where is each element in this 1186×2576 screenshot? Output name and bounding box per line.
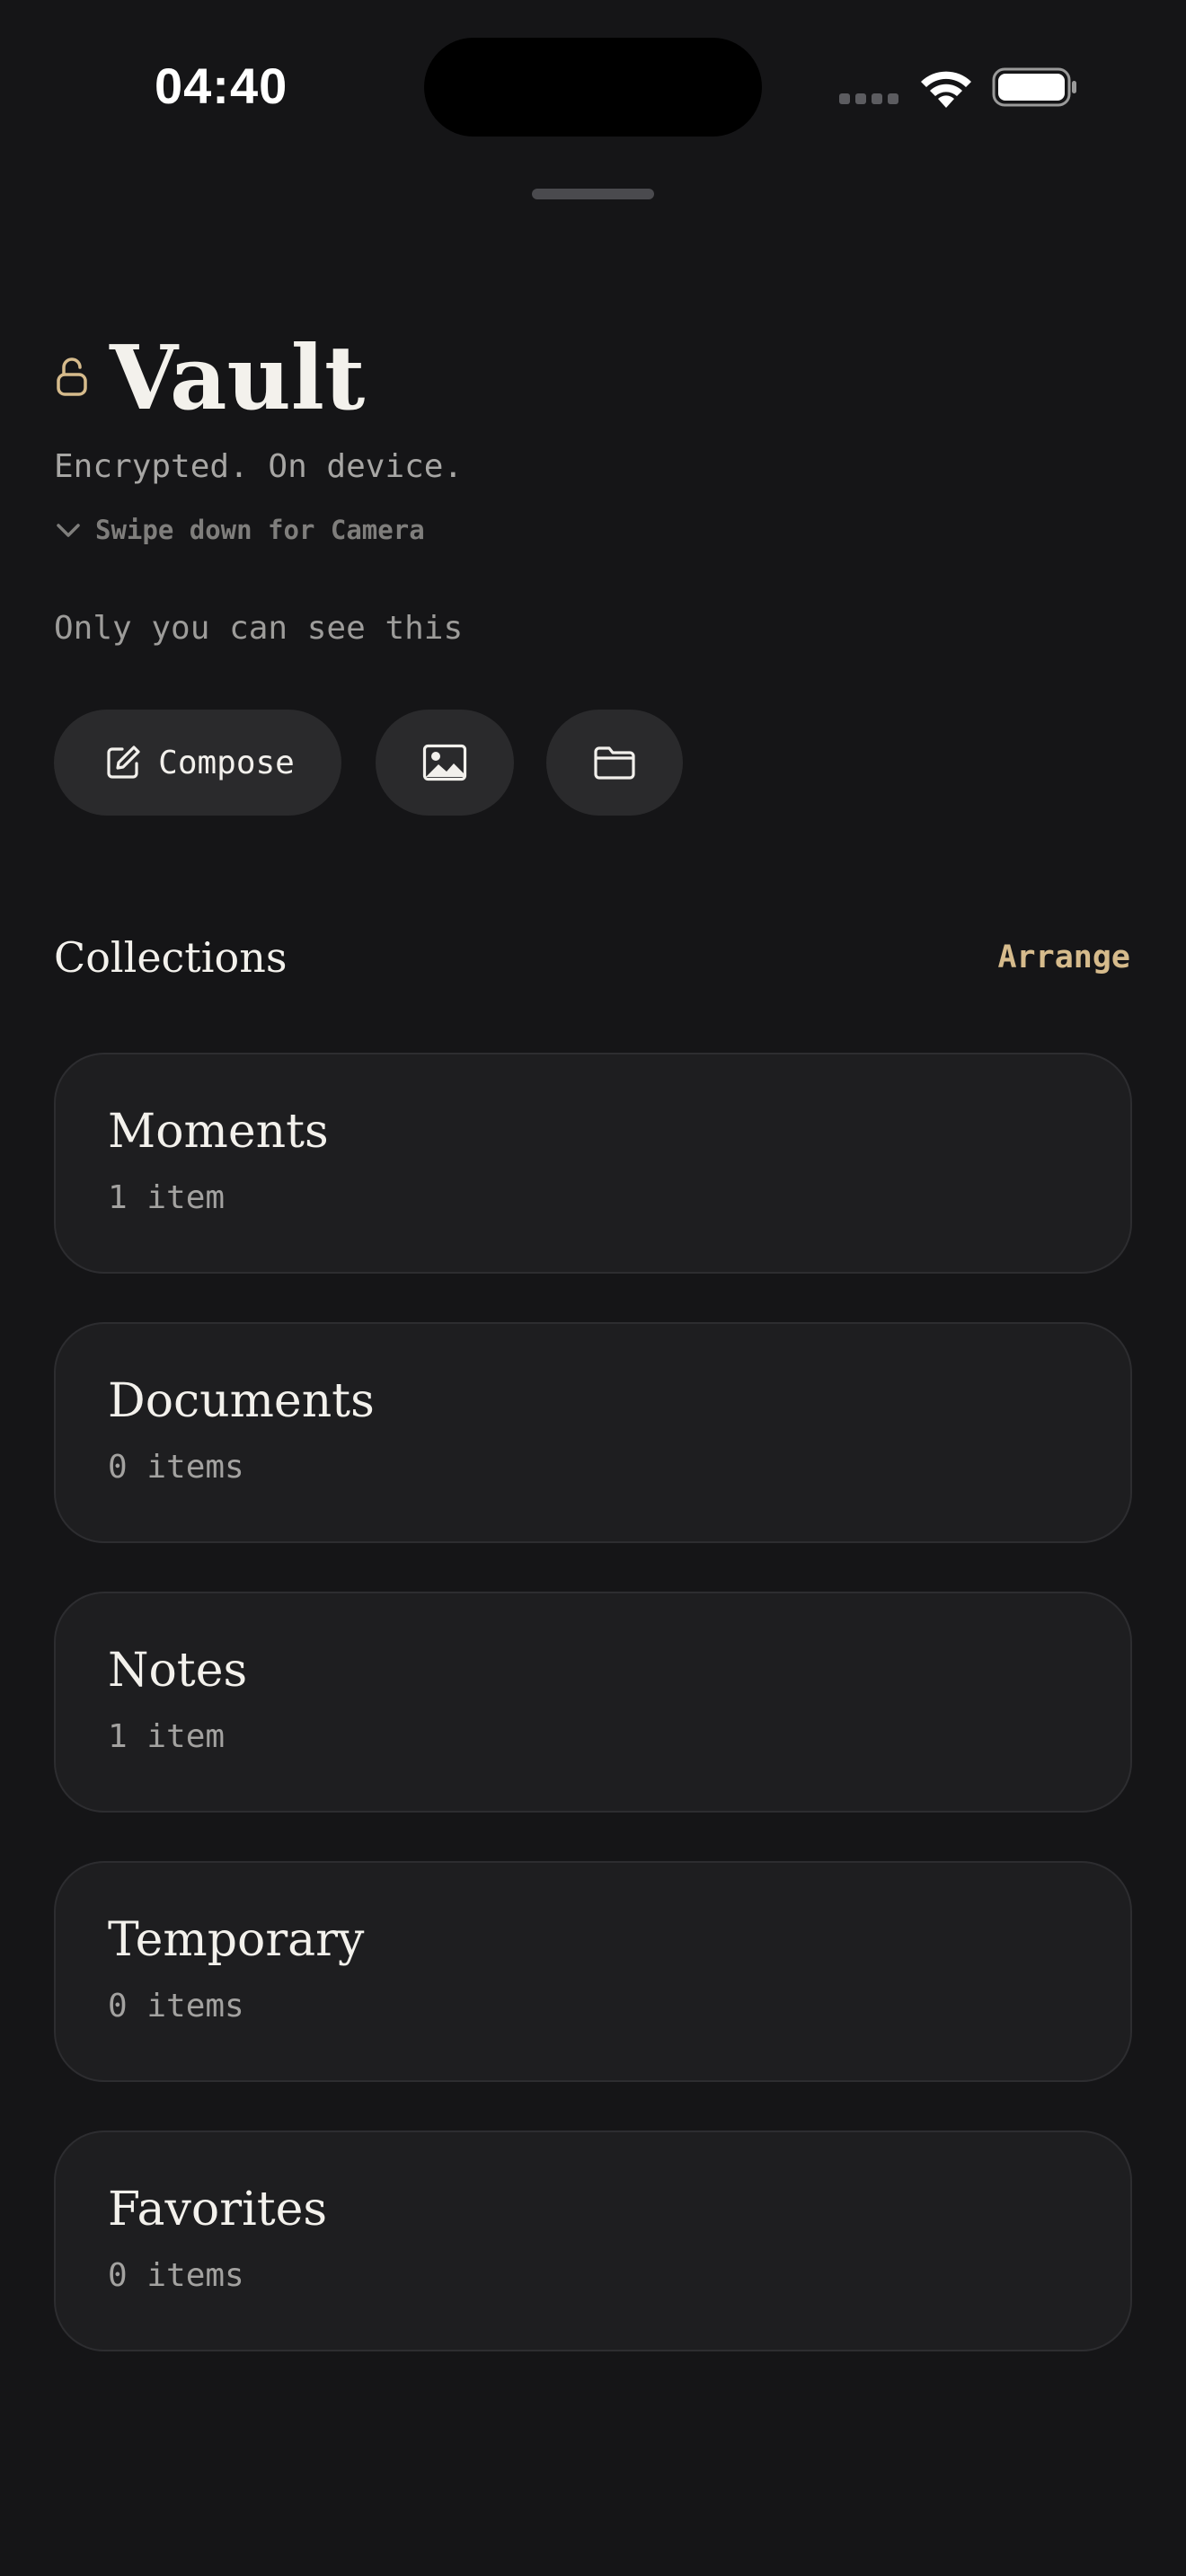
add-photo-button[interactable]: [376, 710, 514, 816]
dynamic-island: [424, 38, 762, 137]
compose-label: Compose: [158, 744, 295, 781]
collection-card-temporary[interactable]: Temporary 0 items: [54, 1861, 1132, 2082]
page-subtitle: Encrypted. On device.: [54, 448, 464, 485]
swipe-hint[interactable]: Swipe down for Camera: [54, 510, 425, 550]
wifi-icon: [921, 71, 971, 108]
collection-count: 0 items: [108, 1449, 244, 1486]
collection-card-favorites[interactable]: Favorites 0 items: [54, 2130, 1132, 2351]
compose-button[interactable]: Compose: [54, 710, 341, 816]
sheet-grabber[interactable]: [532, 189, 654, 199]
add-file-button[interactable]: [546, 710, 683, 816]
collection-name: Documents: [108, 1374, 375, 1428]
privacy-note: Only you can see this: [54, 610, 464, 647]
collection-count: 0 items: [108, 2257, 244, 2294]
collection-card-notes[interactable]: Notes 1 item: [54, 1592, 1132, 1813]
collection-name: Temporary: [108, 1913, 365, 1967]
collection-count: 0 items: [108, 1988, 244, 2025]
page-title: Vault: [110, 327, 366, 430]
folder-icon: [594, 746, 635, 780]
collection-card-moments[interactable]: Moments 1 item: [54, 1053, 1132, 1274]
vault-screen: 04:40 Vault Encrypted. On device. Swipe …: [0, 0, 1186, 2576]
battery-icon: [992, 67, 1076, 107]
collection-name: Moments: [108, 1105, 329, 1159]
chevron-down-icon: [57, 524, 80, 537]
image-icon: [422, 744, 467, 781]
collections-title: Collections: [54, 933, 288, 982]
collection-count: 1 item: [108, 1179, 226, 1216]
signal-icon: [839, 92, 902, 106]
swipe-hint-label: Swipe down for Camera: [95, 515, 425, 545]
collection-name: Notes: [108, 1644, 248, 1698]
status-time: 04:40: [155, 57, 288, 114]
collection-count: 1 item: [108, 1718, 226, 1755]
collection-card-documents[interactable]: Documents 0 items: [54, 1322, 1132, 1543]
arrange-button[interactable]: Arrange: [997, 934, 1130, 981]
lock-open-icon: [57, 357, 87, 396]
collection-name: Favorites: [108, 2183, 328, 2236]
compose-icon: [107, 745, 140, 779]
